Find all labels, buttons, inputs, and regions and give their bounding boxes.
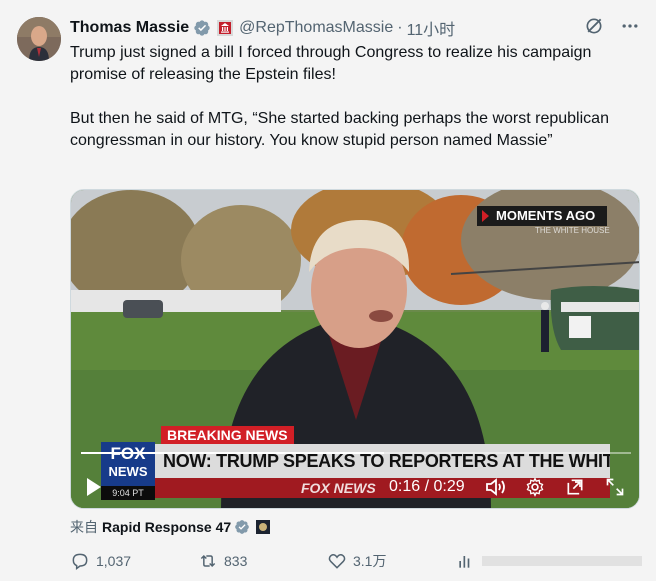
video-progress-fill [81,452,384,454]
settings-button[interactable] [525,476,545,498]
ticker-brand: FOX NEWS [301,480,376,496]
more-options-icon[interactable] [620,16,640,36]
volume-button[interactable] [485,476,507,498]
views-count-redacted [482,556,642,566]
reply-count: 1,037 [96,553,132,569]
volume-icon [486,478,505,496]
header-actions [584,16,640,36]
breaking-news-tag: BREAKING NEWS [161,426,294,444]
source-label: 来自 [70,519,98,535]
government-badge-icon [217,20,234,36]
fox-logo-top: FOX [101,445,155,463]
tweet-actions: 1,037 833 3.1万 [70,551,650,573]
video-player[interactable]: MOMENTS AGO THE WHITE HOUSE BREAKING NEW… [70,189,640,509]
tweet-paragraph-1: Trump just signed a bill I forced throug… [70,44,592,83]
play-button[interactable] [85,476,103,498]
author-name[interactable]: Thomas Massie [70,19,189,37]
source-verified-icon [235,520,249,534]
gear-icon [526,477,544,497]
tweet-text: Trump just signed a bill I forced throug… [70,42,640,174]
repost-count: 833 [224,553,248,569]
moments-ago-badge: MOMENTS AGO [496,208,596,223]
repost-icon [200,554,216,568]
avatar[interactable] [17,17,61,61]
separator-dot: · [397,19,403,36]
government-seal-icon [256,520,271,534]
heart-icon [328,554,346,569]
fox-logo-bottom: NEWS [108,464,148,479]
grok-icon[interactable] [584,16,604,36]
play-icon [87,478,101,496]
pip-button[interactable] [565,476,585,498]
repost-button[interactable]: 833 [198,551,247,571]
verified-badge-icon [194,20,210,36]
fullscreen-icon [606,478,624,496]
views-button[interactable] [456,551,642,571]
news-clock: 9:04 PT [101,486,155,500]
like-count: 3.1万 [353,553,387,569]
like-button[interactable]: 3.1万 [327,551,386,571]
author-handle[interactable]: @RepThomasMassie [239,19,393,37]
views-chart-icon [459,556,470,568]
reply-icon [72,553,88,570]
source-account[interactable]: Rapid Response 47 [102,519,231,535]
fox-news-logo: FOX NEWS [101,442,155,486]
video-timestamp: 0:16 / 0:29 [389,478,465,495]
location-caption: THE WHITE HOUSE [535,226,610,235]
fullscreen-button[interactable] [605,476,625,498]
tweet-header: Thomas Massie @RepThomasMassie · 11小时 [70,16,455,40]
post-time[interactable]: 11小时 [407,16,456,40]
headline-banner: NOW: TRUMP SPEAKS TO REPORTERS AT THE WH… [155,444,610,478]
reply-button[interactable]: 1,037 [70,551,131,571]
video-progress-track[interactable] [81,452,631,454]
tweet-card[interactable]: Thomas Massie @RepThomasMassie · 11小时 Tr… [0,0,656,581]
tweet-paragraph-2: But then he said of MTG, “She started ba… [70,110,609,149]
picture-in-picture-icon [567,479,583,495]
video-source: 来自 Rapid Response 47 [70,517,271,537]
